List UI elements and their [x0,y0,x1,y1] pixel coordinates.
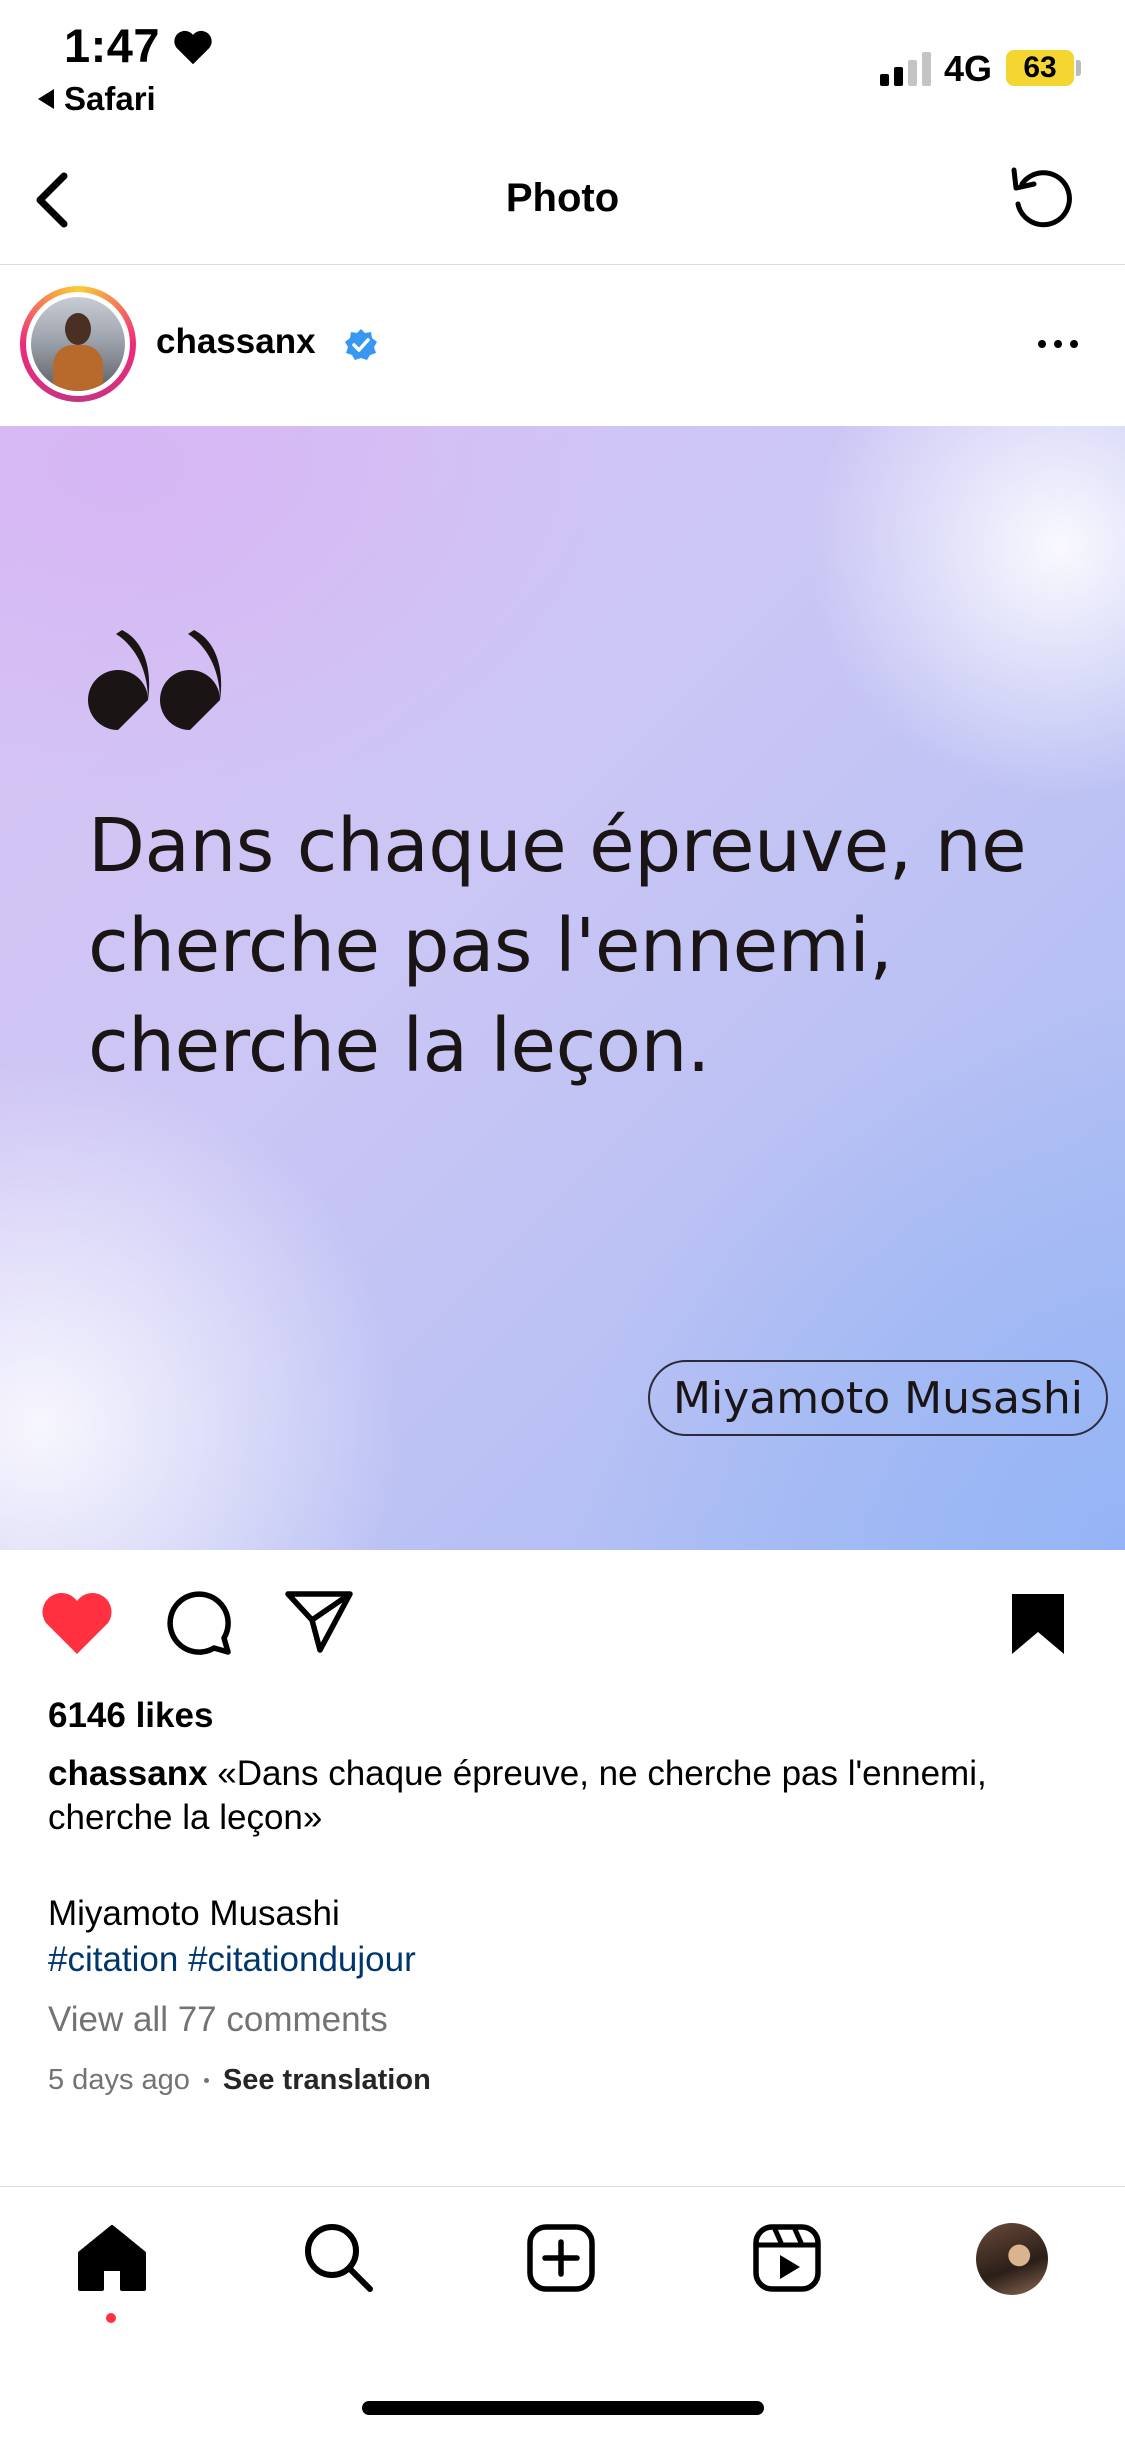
caption: chassanx «Dans chaque épreuve, ne cherch… [48,1752,1068,1840]
notification-dot [106,2313,116,2323]
profile-avatar[interactable] [976,2223,1048,2295]
hashtags[interactable]: #citation #citationdujour [48,1940,416,1980]
share-icon[interactable] [284,1588,354,1654]
page-title: Photo [505,176,620,220]
like-heart-icon[interactable] [40,1590,114,1656]
time-ago: 5 days ago [48,2064,190,2096]
home-icon[interactable] [76,2223,148,2293]
post-image[interactable]: Dans chaque épreuve, ne cherche pas l'en… [0,426,1125,1550]
search-icon[interactable] [302,2221,374,2293]
see-translation-link[interactable]: See translation [223,2064,431,2097]
quote-mark-icon [88,630,222,730]
reels-icon[interactable] [752,2223,822,2293]
separator-dot [203,2078,209,2083]
heart-status-icon [174,30,212,65]
battery-tip [1076,60,1081,76]
post-meta: 5 days ago See translation [48,2064,431,2097]
create-post-icon[interactable] [526,2223,596,2293]
battery-level: 63 [1006,50,1074,86]
verified-badge-icon [345,329,377,360]
more-options-icon[interactable] [1030,332,1086,356]
top-header: Photo [0,140,1125,265]
home-indicator [362,2401,764,2415]
caption-username[interactable]: chassanx [48,1754,208,1793]
back-app-label: Safari [64,80,156,117]
author-pill: Miyamoto Musashi [648,1360,1108,1436]
back-triangle-icon [38,89,54,109]
signal-strength-icon [880,52,931,86]
view-comments-link[interactable]: View all 77 comments [48,2000,388,2040]
avatar-image [31,297,125,391]
likes-count[interactable]: 6146 likes [48,1696,213,1736]
network-type: 4G [944,48,993,89]
status-time: 1:47 [64,19,161,72]
caption-author: Miyamoto Musashi [48,1894,340,1933]
bottom-nav [0,2186,1125,2437]
post-username[interactable]: chassanx [156,322,316,362]
refresh-icon[interactable] [1004,160,1080,236]
comment-icon[interactable] [164,1588,234,1658]
avatar[interactable] [20,286,136,402]
back-to-safari[interactable]: Safari [38,80,156,118]
quote-text: Dans chaque épreuve, ne cherche pas l'en… [88,803,1027,1089]
saved-bookmark-icon[interactable] [1010,1592,1066,1656]
